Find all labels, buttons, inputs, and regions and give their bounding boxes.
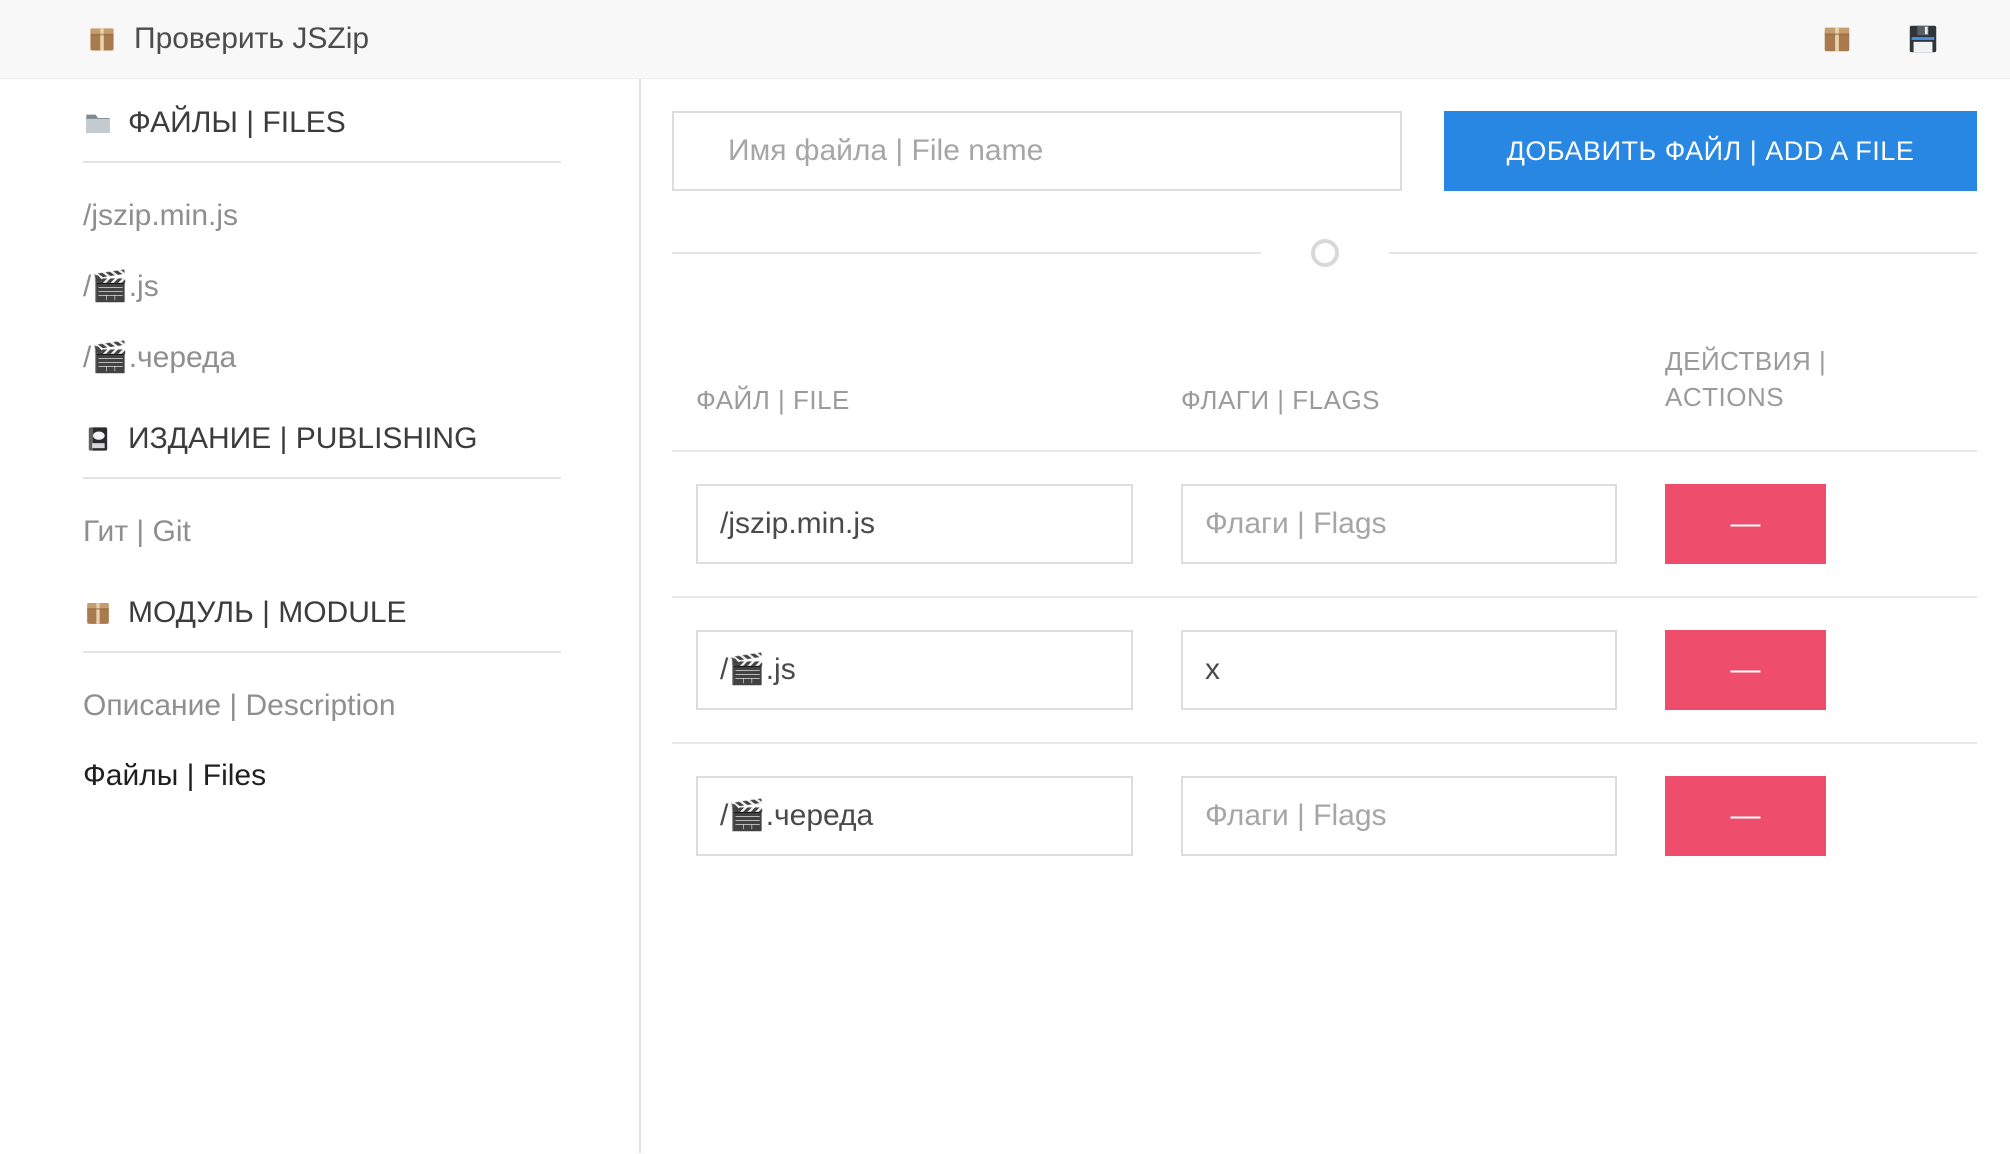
sidebar-module-list: Описание | Description Файлы | Files bbox=[83, 689, 559, 793]
save-icon bbox=[1906, 22, 1940, 56]
page-title: Проверить JSZip bbox=[134, 22, 369, 56]
divider bbox=[83, 161, 561, 163]
column-header-file: ФАЙЛ | FILE bbox=[672, 297, 1157, 451]
divider-line bbox=[1389, 252, 1978, 254]
table-row: — bbox=[672, 451, 1977, 597]
sidebar-heading-label: ИЗДАНИЕ | PUBLISHING bbox=[128, 422, 477, 456]
package-icon bbox=[1820, 22, 1854, 56]
layout: ФАЙЛЫ | FILES /jszip.min.js /🎬.js /🎬.чер… bbox=[0, 79, 2010, 1153]
row-flags-input[interactable] bbox=[1181, 630, 1617, 710]
divider bbox=[83, 651, 561, 653]
module-package-button[interactable] bbox=[1820, 22, 1854, 56]
sidebar-item-files-active[interactable]: Файлы | Files bbox=[83, 759, 559, 793]
app-header: Проверить JSZip bbox=[0, 0, 2010, 79]
sidebar-heading-module: МОДУЛЬ | MODULE bbox=[83, 595, 559, 631]
remove-file-button[interactable]: — bbox=[1665, 776, 1826, 856]
notebook-icon bbox=[83, 424, 113, 454]
sidebar-item-jszip-min-js[interactable]: /jszip.min.js bbox=[83, 199, 559, 233]
save-button[interactable] bbox=[1906, 22, 1940, 56]
column-header-label: ФЛАГИ | FLAGS bbox=[1181, 385, 1380, 415]
remove-file-button[interactable]: — bbox=[1665, 484, 1826, 564]
row-file-input[interactable] bbox=[696, 630, 1133, 710]
remove-file-button[interactable]: — bbox=[1665, 630, 1826, 710]
app: Проверить JSZip ФАЙЛЫ | bbox=[0, 0, 2010, 1153]
app-title-group: Проверить JSZip bbox=[86, 22, 369, 56]
folder-icon bbox=[83, 108, 113, 138]
table-row: — bbox=[672, 597, 1977, 743]
divider-line bbox=[672, 252, 1261, 254]
sidebar-section-publishing: ИЗДАНИЕ | PUBLISHING Гит | Git bbox=[83, 421, 559, 549]
loading-ring-icon bbox=[1311, 239, 1339, 267]
sidebar-section-files: ФАЙЛЫ | FILES /jszip.min.js /🎬.js /🎬.чер… bbox=[83, 105, 559, 375]
package-icon bbox=[83, 598, 113, 628]
package-icon bbox=[86, 23, 118, 55]
column-header-flags: ФЛАГИ | FLAGS bbox=[1157, 297, 1641, 451]
column-header-label: ФАЙЛ | FILE bbox=[696, 385, 850, 415]
sidebar-heading-files: ФАЙЛЫ | FILES bbox=[83, 105, 559, 141]
sidebar-item-description[interactable]: Описание | Description bbox=[83, 689, 559, 723]
sidebar-section-module: МОДУЛЬ | MODULE Описание | Description Ф… bbox=[83, 595, 559, 793]
sidebar-heading-label: МОДУЛЬ | MODULE bbox=[128, 596, 407, 630]
column-header-actions: ДЕЙСТВИЯ | ACTIONS bbox=[1641, 297, 1977, 451]
divider bbox=[83, 477, 561, 479]
sidebar-item-git[interactable]: Гит | Git bbox=[83, 515, 559, 549]
column-header-label: ДЕЙСТВИЯ | ACTIONS bbox=[1665, 343, 1920, 416]
header-actions bbox=[1820, 22, 1940, 56]
row-file-input[interactable] bbox=[696, 484, 1133, 564]
main-content: ДОБАВИТЬ ФАЙЛ | ADD A FILE ФАЙЛ | FILE bbox=[641, 79, 2010, 1153]
row-flags-input[interactable] bbox=[1181, 776, 1617, 856]
table-row: — bbox=[672, 743, 1977, 888]
table-header-row: ФАЙЛ | FILE ФЛАГИ | FLAGS ДЕЙСТВИЯ | ACT… bbox=[672, 297, 1977, 451]
section-divider bbox=[672, 235, 1977, 271]
row-flags-input[interactable] bbox=[1181, 484, 1617, 564]
file-name-input[interactable] bbox=[672, 111, 1402, 191]
sidebar-heading-label: ФАЙЛЫ | FILES bbox=[128, 106, 346, 140]
add-file-button[interactable]: ДОБАВИТЬ ФАЙЛ | ADD A FILE bbox=[1444, 111, 1977, 191]
sidebar-item-clapper-chereda[interactable]: /🎬.череда bbox=[83, 340, 559, 375]
files-table: ФАЙЛ | FILE ФЛАГИ | FLAGS ДЕЙСТВИЯ | ACT… bbox=[672, 297, 1977, 888]
add-file-form: ДОБАВИТЬ ФАЙЛ | ADD A FILE bbox=[672, 111, 1977, 191]
sidebar-item-clapper-js[interactable]: /🎬.js bbox=[83, 269, 559, 304]
sidebar: ФАЙЛЫ | FILES /jszip.min.js /🎬.js /🎬.чер… bbox=[0, 79, 641, 1153]
sidebar-heading-publishing: ИЗДАНИЕ | PUBLISHING bbox=[83, 421, 559, 457]
row-file-input[interactable] bbox=[696, 776, 1133, 856]
sidebar-publishing-list: Гит | Git bbox=[83, 515, 559, 549]
sidebar-file-list: /jszip.min.js /🎬.js /🎬.череда bbox=[83, 199, 559, 375]
